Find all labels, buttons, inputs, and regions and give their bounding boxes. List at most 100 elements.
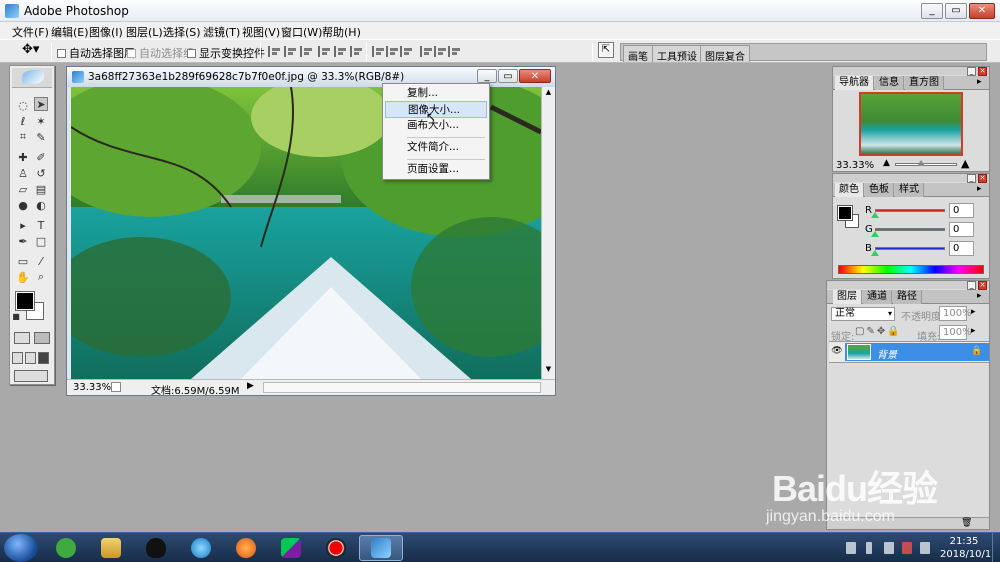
path-selection-tool-icon[interactable]: ▸ (16, 218, 30, 232)
menu-select[interactable]: 选择(S) (163, 24, 201, 40)
status-preview-icon[interactable] (111, 382, 121, 392)
distribute-hcenter-icon[interactable] (434, 46, 448, 57)
panel-close-button[interactable]: ✕ (978, 67, 987, 76)
move-tool-preset-icon[interactable]: ✥▾ (22, 42, 39, 57)
taskbar-media[interactable] (179, 535, 223, 561)
align-left-icon[interactable] (318, 46, 332, 57)
channel-g-slider[interactable] (875, 228, 945, 231)
horizontal-scrollbar[interactable] (263, 382, 541, 393)
brush-tool-icon[interactable]: ✐ (34, 150, 48, 164)
distribute-vcenter-icon[interactable] (386, 46, 400, 57)
move-tool-icon[interactable]: ➤ (34, 97, 48, 111)
vertical-scrollbar[interactable]: ▲ ▼ (541, 87, 555, 379)
align-vcenter-icon[interactable] (284, 46, 298, 57)
magic-wand-tool-icon[interactable]: ✶ (34, 114, 48, 128)
panel-grip[interactable] (833, 67, 989, 75)
taskbar-recorder[interactable] (314, 535, 358, 561)
ctx-duplicate[interactable]: 复制... (385, 85, 487, 102)
foreground-color-swatch[interactable] (15, 291, 35, 311)
blend-mode-select[interactable]: 正常 ▾ (831, 307, 895, 321)
tab-paths[interactable]: 路径 (893, 290, 922, 304)
tab-info[interactable]: 信息 (875, 76, 904, 90)
status-menu-arrow-icon[interactable]: ▶ (247, 381, 254, 391)
tab-layers[interactable]: 图层 (833, 290, 862, 304)
delete-layer-icon[interactable]: 🗑 (961, 518, 972, 528)
auto-select-group-checkbox[interactable]: 自动选择组 (127, 45, 194, 61)
screen-mode-full-icon[interactable] (38, 352, 49, 364)
distribute-right-icon[interactable] (448, 46, 462, 57)
panel-grip[interactable] (827, 281, 989, 289)
distribute-left-icon[interactable] (420, 46, 434, 57)
panel-minimize-button[interactable]: _ (967, 174, 976, 183)
doc-minimize-button[interactable]: _ (477, 69, 497, 83)
eraser-tool-icon[interactable]: ▱ (16, 182, 30, 196)
panel-grip[interactable] (833, 174, 989, 182)
channel-r-value[interactable]: 0 (949, 203, 974, 218)
zoom-tool-icon[interactable]: ⌕ (34, 270, 48, 284)
menu-file[interactable]: 文件(F) (12, 24, 49, 40)
taskbar-explorer[interactable] (89, 535, 133, 561)
tab-swatches[interactable]: 色板 (865, 183, 894, 197)
visibility-eye-icon[interactable]: 👁 (831, 346, 843, 358)
channel-g-value[interactable]: 0 (949, 222, 974, 237)
minimize-button[interactable]: _ (921, 3, 943, 19)
start-button[interactable] (4, 534, 38, 562)
panel-minimize-button[interactable]: _ (967, 281, 976, 290)
channel-b-thumb[interactable] (871, 250, 879, 256)
hand-tool-icon[interactable]: ✋ (16, 270, 30, 284)
type-tool-icon[interactable]: T (34, 218, 48, 232)
fill-arrow-icon[interactable]: ▸ (971, 326, 976, 336)
history-brush-tool-icon[interactable]: ↺ (34, 166, 48, 180)
panel-menu-arrow-icon[interactable]: ▸ (977, 77, 982, 87)
menu-edit[interactable]: 编辑(E) (51, 24, 89, 40)
show-transform-checkbox[interactable]: 显示变换控件 (187, 45, 265, 61)
panel-menu-arrow-icon[interactable]: ▸ (977, 291, 982, 301)
align-bottom-icon[interactable] (300, 46, 314, 57)
eyedropper-tool-icon[interactable]: ⁄ (34, 254, 48, 268)
taskbar-firefox[interactable] (224, 535, 268, 561)
align-top-icon[interactable] (268, 46, 282, 57)
close-button[interactable]: ✕ (969, 3, 995, 19)
gradient-tool-icon[interactable]: ▤ (34, 182, 48, 196)
opacity-arrow-icon[interactable]: ▸ (971, 307, 976, 317)
tab-navigator[interactable]: 导航器 (835, 76, 874, 90)
zoom-slider-thumb[interactable] (917, 160, 925, 166)
color-spectrum-bar[interactable] (838, 265, 984, 274)
tab-styles[interactable]: 样式 (895, 183, 924, 197)
system-clock[interactable]: 21:35 2018/10/1 (940, 535, 991, 561)
clone-stamp-tool-icon[interactable]: ♙ (16, 166, 30, 180)
tray-volume-icon[interactable] (920, 542, 930, 554)
channel-b-value[interactable]: 0 (949, 241, 974, 256)
well-tab-tool-presets[interactable]: 工具预设 (652, 45, 702, 63)
tray-arrow-icon[interactable] (866, 542, 872, 554)
notes-tool-icon[interactable]: ▭ (16, 254, 30, 268)
distribute-top-icon[interactable] (372, 46, 386, 57)
tab-color[interactable]: 颜色 (835, 183, 864, 197)
pen-tool-icon[interactable]: ✒ (16, 234, 30, 248)
well-tab-layer-comps[interactable]: 图层复合 (700, 45, 750, 63)
marquee-tool-icon[interactable]: ◌ (16, 98, 30, 112)
opacity-value[interactable]: 100% (939, 306, 972, 321)
distribute-bottom-icon[interactable] (400, 46, 414, 57)
navigator-zoom-slider[interactable] (895, 163, 957, 166)
tab-channels[interactable]: 通道 (863, 290, 892, 304)
align-right-icon[interactable] (350, 46, 364, 57)
menu-window[interactable]: 窗口(W) (281, 24, 322, 40)
zoom-in-icon[interactable]: ▲ (961, 157, 969, 170)
ctx-page-setup[interactable]: 页面设置... (385, 161, 487, 178)
taskbar-iqiyi[interactable] (269, 535, 313, 561)
channel-g-thumb[interactable] (871, 231, 879, 237)
scroll-up-arrow-icon[interactable]: ▲ (543, 88, 554, 99)
doc-close-button[interactable]: ✕ (519, 69, 551, 83)
jump-to-imageready-icon[interactable] (14, 370, 48, 382)
healing-brush-tool-icon[interactable]: ✚ (16, 150, 30, 164)
file-browser-icon[interactable]: ⇱ (598, 42, 614, 58)
tray-keyboard-icon[interactable] (846, 542, 856, 554)
menu-filter[interactable]: 滤镜(T) (203, 24, 240, 40)
fill-value[interactable]: 100% (939, 325, 972, 340)
menu-image[interactable]: 图像(I) (89, 24, 123, 40)
panel-close-button[interactable]: ✕ (978, 281, 987, 290)
lasso-tool-icon[interactable]: ℓ (16, 114, 30, 128)
menu-view[interactable]: 视图(V) (242, 24, 280, 40)
tab-histogram[interactable]: 直方图 (905, 76, 944, 90)
